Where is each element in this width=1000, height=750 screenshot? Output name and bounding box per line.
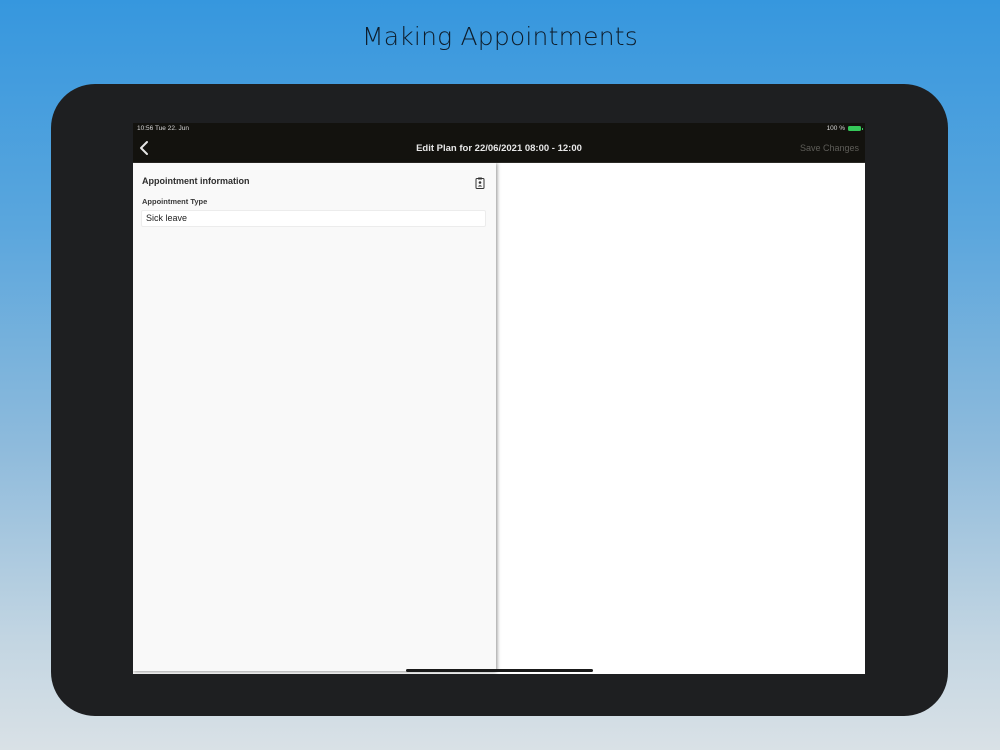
status-indicators: 100 %: [826, 125, 863, 132]
clipboard-icon[interactable]: [475, 176, 485, 189]
nav-title: Edit Plan for 22/06/2021 08:00 - 12:00: [416, 143, 582, 154]
page-headline: Making Appointments: [361, 22, 639, 51]
battery-percentage: 100 %: [826, 125, 845, 132]
app-screen: 10:56 Tue 22. Jun 100 % Edit Plan for 22…: [133, 123, 865, 674]
save-changes-button[interactable]: Save Changes: [800, 143, 859, 153]
navigation-bar: Edit Plan for 22/06/2021 08:00 - 12:00 S…: [133, 135, 865, 163]
status-bar: 10:56 Tue 22. Jun 100 %: [133, 123, 865, 135]
panel-header: Appointment information: [142, 176, 250, 186]
battery-icon: [848, 126, 863, 131]
appointment-info-panel: Appointment information Appointment Type…: [133, 163, 496, 671]
home-indicator: [406, 669, 593, 672]
appointment-type-label: Appointment Type: [142, 197, 208, 206]
appointment-type-field[interactable]: Sick leave: [141, 210, 486, 227]
status-time: 10:56 Tue 22. Jun: [137, 125, 190, 132]
